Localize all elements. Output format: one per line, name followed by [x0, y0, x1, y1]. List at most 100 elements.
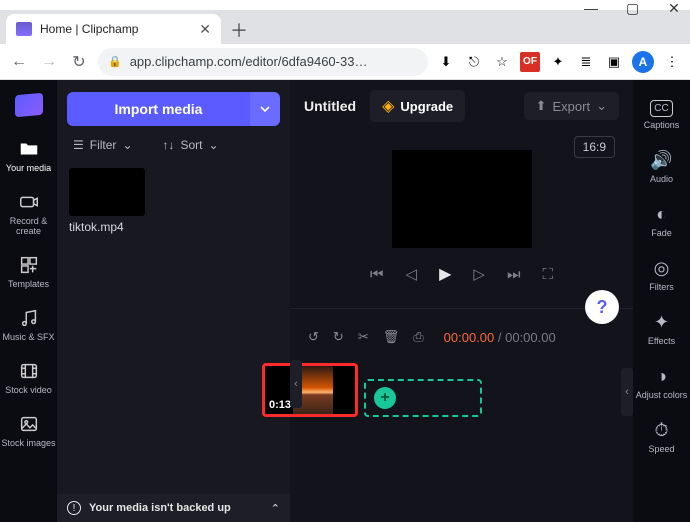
media-panel: Import media ☰ Filter ⌄ ↑↓ Sort ⌄ tiktok… — [57, 80, 290, 522]
media-thumbnail[interactable] — [69, 168, 145, 216]
sidebar-item-label: Your media — [6, 163, 51, 173]
sidebar-item-effects[interactable]: ✦ Effects — [633, 306, 690, 352]
export-label: Export — [553, 99, 591, 114]
chevron-down-icon: ⌄ — [209, 138, 219, 152]
redo-icon[interactable]: ↻ — [333, 329, 344, 345]
sidebar-item-record-create[interactable]: Record & create — [0, 185, 57, 242]
sidebar-item-label: Adjust colors — [636, 390, 688, 400]
editor-area: Untitled ◈ Upgrade ⬆ Export ⌄ 16:9 ⏮ ◁ ▶… — [290, 80, 633, 522]
sidebar-item-label: Stock images — [1, 438, 55, 448]
play-button[interactable]: ▶ — [439, 264, 451, 284]
sidebar-item-captions[interactable]: CC Captions — [633, 94, 690, 136]
profile-avatar[interactable]: A — [632, 51, 654, 73]
upgrade-button[interactable]: ◈ Upgrade — [370, 90, 465, 122]
project-title[interactable]: Untitled — [304, 98, 356, 114]
audio-icon: 🔊 — [650, 150, 672, 171]
right-sidebar: CC Captions 🔊 Audio ◐ Fade ◎ Filters ✦ E… — [633, 80, 690, 522]
window-maximize[interactable]: ▢ — [626, 0, 638, 10]
timeline-clip[interactable]: 0:13 — [262, 363, 358, 417]
favicon-icon — [16, 22, 32, 36]
sidebar-item-label: Record & create — [0, 216, 57, 236]
preview-canvas[interactable] — [392, 150, 532, 248]
folder-icon — [18, 138, 40, 160]
window-minimize[interactable]: — — [584, 0, 596, 10]
extension-of-icon[interactable]: OF — [520, 52, 540, 72]
sidebar-item-audio[interactable]: 🔊 Audio — [633, 144, 690, 190]
collapse-media-panel[interactable]: ‹ — [290, 360, 302, 408]
upgrade-label: Upgrade — [400, 99, 453, 114]
time-display: 00:00.00 / 00:00.00 — [444, 330, 556, 345]
timeline[interactable]: 0:13 + — [290, 351, 633, 522]
time-total: 00:00.00 — [505, 330, 556, 345]
omnibox[interactable]: 🔒 app.clipchamp.com/editor/6dfa9460-33… — [98, 48, 428, 76]
reading-list-icon[interactable]: ≣ — [576, 52, 596, 72]
import-media-dropdown[interactable] — [250, 92, 280, 126]
tab-close-icon[interactable]: ✕ — [199, 21, 211, 38]
share-icon[interactable]: ⎋ — [464, 52, 484, 72]
split-icon[interactable]: ⎙ — [413, 329, 423, 345]
sidebar-item-filters[interactable]: ◎ Filters — [633, 252, 690, 298]
left-sidebar: Your media Record & create Templates Mus… — [0, 80, 57, 522]
new-tab-button[interactable]: ＋ — [225, 16, 253, 44]
timeline-dropzone[interactable]: + — [364, 379, 482, 417]
fullscreen-icon[interactable]: ⛶ — [542, 266, 553, 283]
sidebar-item-label: Captions — [644, 120, 680, 130]
sidebar-item-label: Stock video — [5, 385, 52, 395]
back-button[interactable]: ← — [8, 53, 30, 71]
playback-controls: ⏮ ◁ ▶ ▷ ⏭ ⛶ — [290, 264, 633, 284]
sidebar-item-your-media[interactable]: Your media — [0, 132, 57, 179]
browser-tab[interactable]: Home | Clipchamp ✕ — [6, 14, 221, 44]
backup-text: Your media isn't backed up — [89, 502, 231, 514]
templates-icon — [18, 254, 40, 276]
aspect-ratio-pill[interactable]: 16:9 — [574, 136, 615, 158]
sidebar-item-speed[interactable]: ⏱ Speed — [633, 414, 690, 460]
sidebar-item-adjust-colors[interactable]: ◑ Adjust colors — [633, 360, 690, 406]
lock-icon: 🔒 — [108, 55, 122, 68]
extensions-icon[interactable]: ✦ — [548, 52, 568, 72]
sidebar-item-label: Fade — [651, 228, 672, 238]
timeline-toolbar: ↺ ↻ ✂ 🗑 ⎙ 00:00.00 / 00:00.00 — [290, 308, 633, 351]
filter-label: Filter — [90, 138, 117, 152]
skip-start-icon[interactable]: ⏮ — [370, 266, 384, 283]
delete-icon[interactable]: 🗑 — [383, 329, 400, 345]
tab-title: Home | Clipchamp — [40, 22, 191, 36]
reload-button[interactable]: ↻ — [68, 52, 90, 72]
sort-label: Sort — [181, 138, 203, 152]
sidebar-item-templates[interactable]: Templates — [0, 248, 57, 295]
import-media-button[interactable]: Import media — [67, 92, 250, 126]
chrome-menu-icon[interactable]: ⋮ — [662, 52, 682, 72]
effects-icon: ✦ — [654, 312, 669, 333]
clipchamp-logo-icon[interactable] — [15, 93, 43, 117]
sidebar-item-label: Filters — [649, 282, 674, 292]
diamond-icon: ◈ — [382, 96, 394, 116]
filter-control[interactable]: ☰ Filter ⌄ — [73, 138, 133, 152]
filters-icon: ◎ — [654, 258, 670, 279]
forward-button[interactable]: → — [38, 53, 60, 71]
prev-frame-icon[interactable]: ◁ — [406, 265, 418, 283]
next-frame-icon[interactable]: ▷ — [473, 265, 485, 283]
chevron-down-icon: ⌄ — [122, 138, 132, 152]
install-app-icon[interactable]: ⬇ — [436, 52, 456, 72]
window-close[interactable]: ✕ — [668, 0, 680, 10]
backup-banner[interactable]: ! Your media isn't backed up ⌃ — [57, 494, 290, 522]
chevron-up-icon: ⌃ — [271, 502, 280, 515]
sidebar-item-music-sfx[interactable]: Music & SFX — [0, 301, 57, 348]
bookmark-star-icon[interactable]: ☆ — [492, 52, 512, 72]
add-clip-button[interactable]: + — [374, 387, 396, 409]
side-panel-icon[interactable]: ▣ — [604, 52, 624, 72]
cut-icon[interactable]: ✂ — [358, 329, 369, 345]
collapse-right-panel[interactable]: ‹ — [621, 368, 633, 416]
help-button[interactable]: ? — [585, 290, 619, 324]
sidebar-item-stock-images[interactable]: Stock images — [0, 407, 57, 454]
fade-icon: ◐ — [656, 204, 667, 225]
captions-icon: CC — [650, 100, 672, 117]
undo-icon[interactable]: ↺ — [308, 329, 319, 345]
skip-end-icon[interactable]: ⏭ — [507, 266, 521, 283]
time-current: 00:00.00 — [444, 330, 495, 345]
sort-control[interactable]: ↑↓ Sort ⌄ — [163, 138, 219, 152]
sidebar-item-label: Templates — [8, 279, 49, 289]
sidebar-item-stock-video[interactable]: Stock video — [0, 354, 57, 401]
clipchamp-app: Your media Record & create Templates Mus… — [0, 80, 690, 522]
export-button[interactable]: ⬆ Export ⌄ — [524, 92, 619, 120]
sidebar-item-fade[interactable]: ◐ Fade — [633, 198, 690, 244]
